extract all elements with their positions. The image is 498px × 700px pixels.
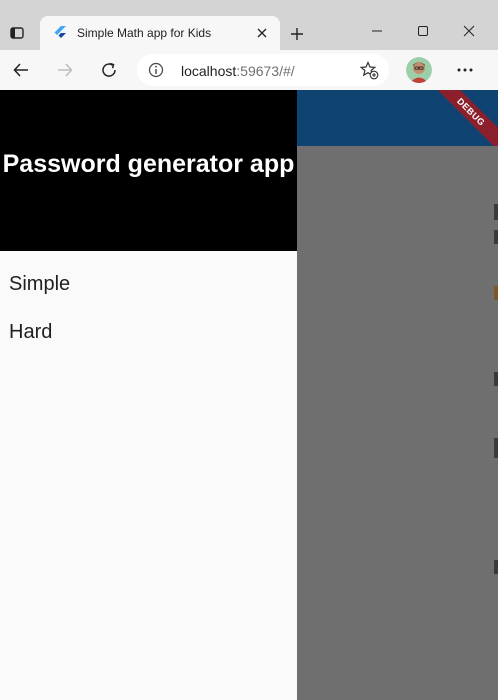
- close-icon: [257, 28, 267, 38]
- minimize-icon: [372, 30, 382, 32]
- drawer-item-hard[interactable]: Hard: [9, 321, 52, 344]
- tab-close-button[interactable]: [252, 23, 272, 43]
- address-url: localhost:59673/#/: [181, 63, 295, 79]
- background-edge-mark: [494, 230, 498, 244]
- app-viewport: DEBUG Password generator app Simple Hard: [0, 90, 498, 700]
- minimize-button[interactable]: [354, 16, 400, 46]
- background-edge-mark: [494, 438, 498, 458]
- drawer-header: Password generator app: [0, 90, 297, 251]
- address-bar[interactable]: localhost:59673/#/: [137, 54, 389, 86]
- reload-button[interactable]: [94, 55, 124, 85]
- favorites-add-icon[interactable]: [359, 60, 379, 80]
- address-host: localhost: [181, 63, 237, 79]
- arrow-right-icon: [58, 63, 73, 77]
- more-button[interactable]: [450, 55, 480, 85]
- tab-title: Simple Math app for Kids: [77, 26, 212, 40]
- navigation-drawer: Password generator app Simple Hard: [0, 90, 297, 700]
- profile-avatar-icon: [406, 57, 432, 83]
- info-icon[interactable]: [148, 62, 164, 78]
- close-icon: [463, 25, 475, 37]
- tab-actions-button[interactable]: [0, 16, 34, 50]
- drawer-scrim[interactable]: [297, 146, 498, 700]
- drawer-item-simple[interactable]: Simple: [9, 273, 70, 296]
- maximize-icon: [418, 26, 428, 36]
- background-edge-mark: [494, 560, 498, 574]
- more-icon: [457, 68, 473, 72]
- avatar[interactable]: [406, 57, 432, 83]
- flutter-icon: [54, 26, 66, 38]
- forward-button[interactable]: [50, 55, 80, 85]
- browser-titlebar: Simple Math app for Kids: [0, 0, 498, 50]
- new-tab-button[interactable]: [285, 22, 309, 46]
- tab-actions-icon: [10, 27, 24, 39]
- plus-icon: [291, 28, 303, 40]
- browser-tab[interactable]: Simple Math app for Kids: [40, 16, 280, 50]
- window-close-button[interactable]: [446, 16, 492, 46]
- background-edge-mark: [494, 204, 498, 220]
- address-port-path: :59673/#/: [236, 63, 295, 79]
- reload-icon: [102, 62, 116, 77]
- maximize-button[interactable]: [400, 16, 446, 46]
- arrow-left-icon: [13, 63, 28, 77]
- background-edge-mark: [494, 286, 498, 300]
- background-edge-mark: [494, 372, 498, 386]
- back-button[interactable]: [6, 55, 36, 85]
- drawer-title: Password generator app: [2, 150, 295, 178]
- browser-toolbar: localhost:59673/#/: [0, 50, 498, 91]
